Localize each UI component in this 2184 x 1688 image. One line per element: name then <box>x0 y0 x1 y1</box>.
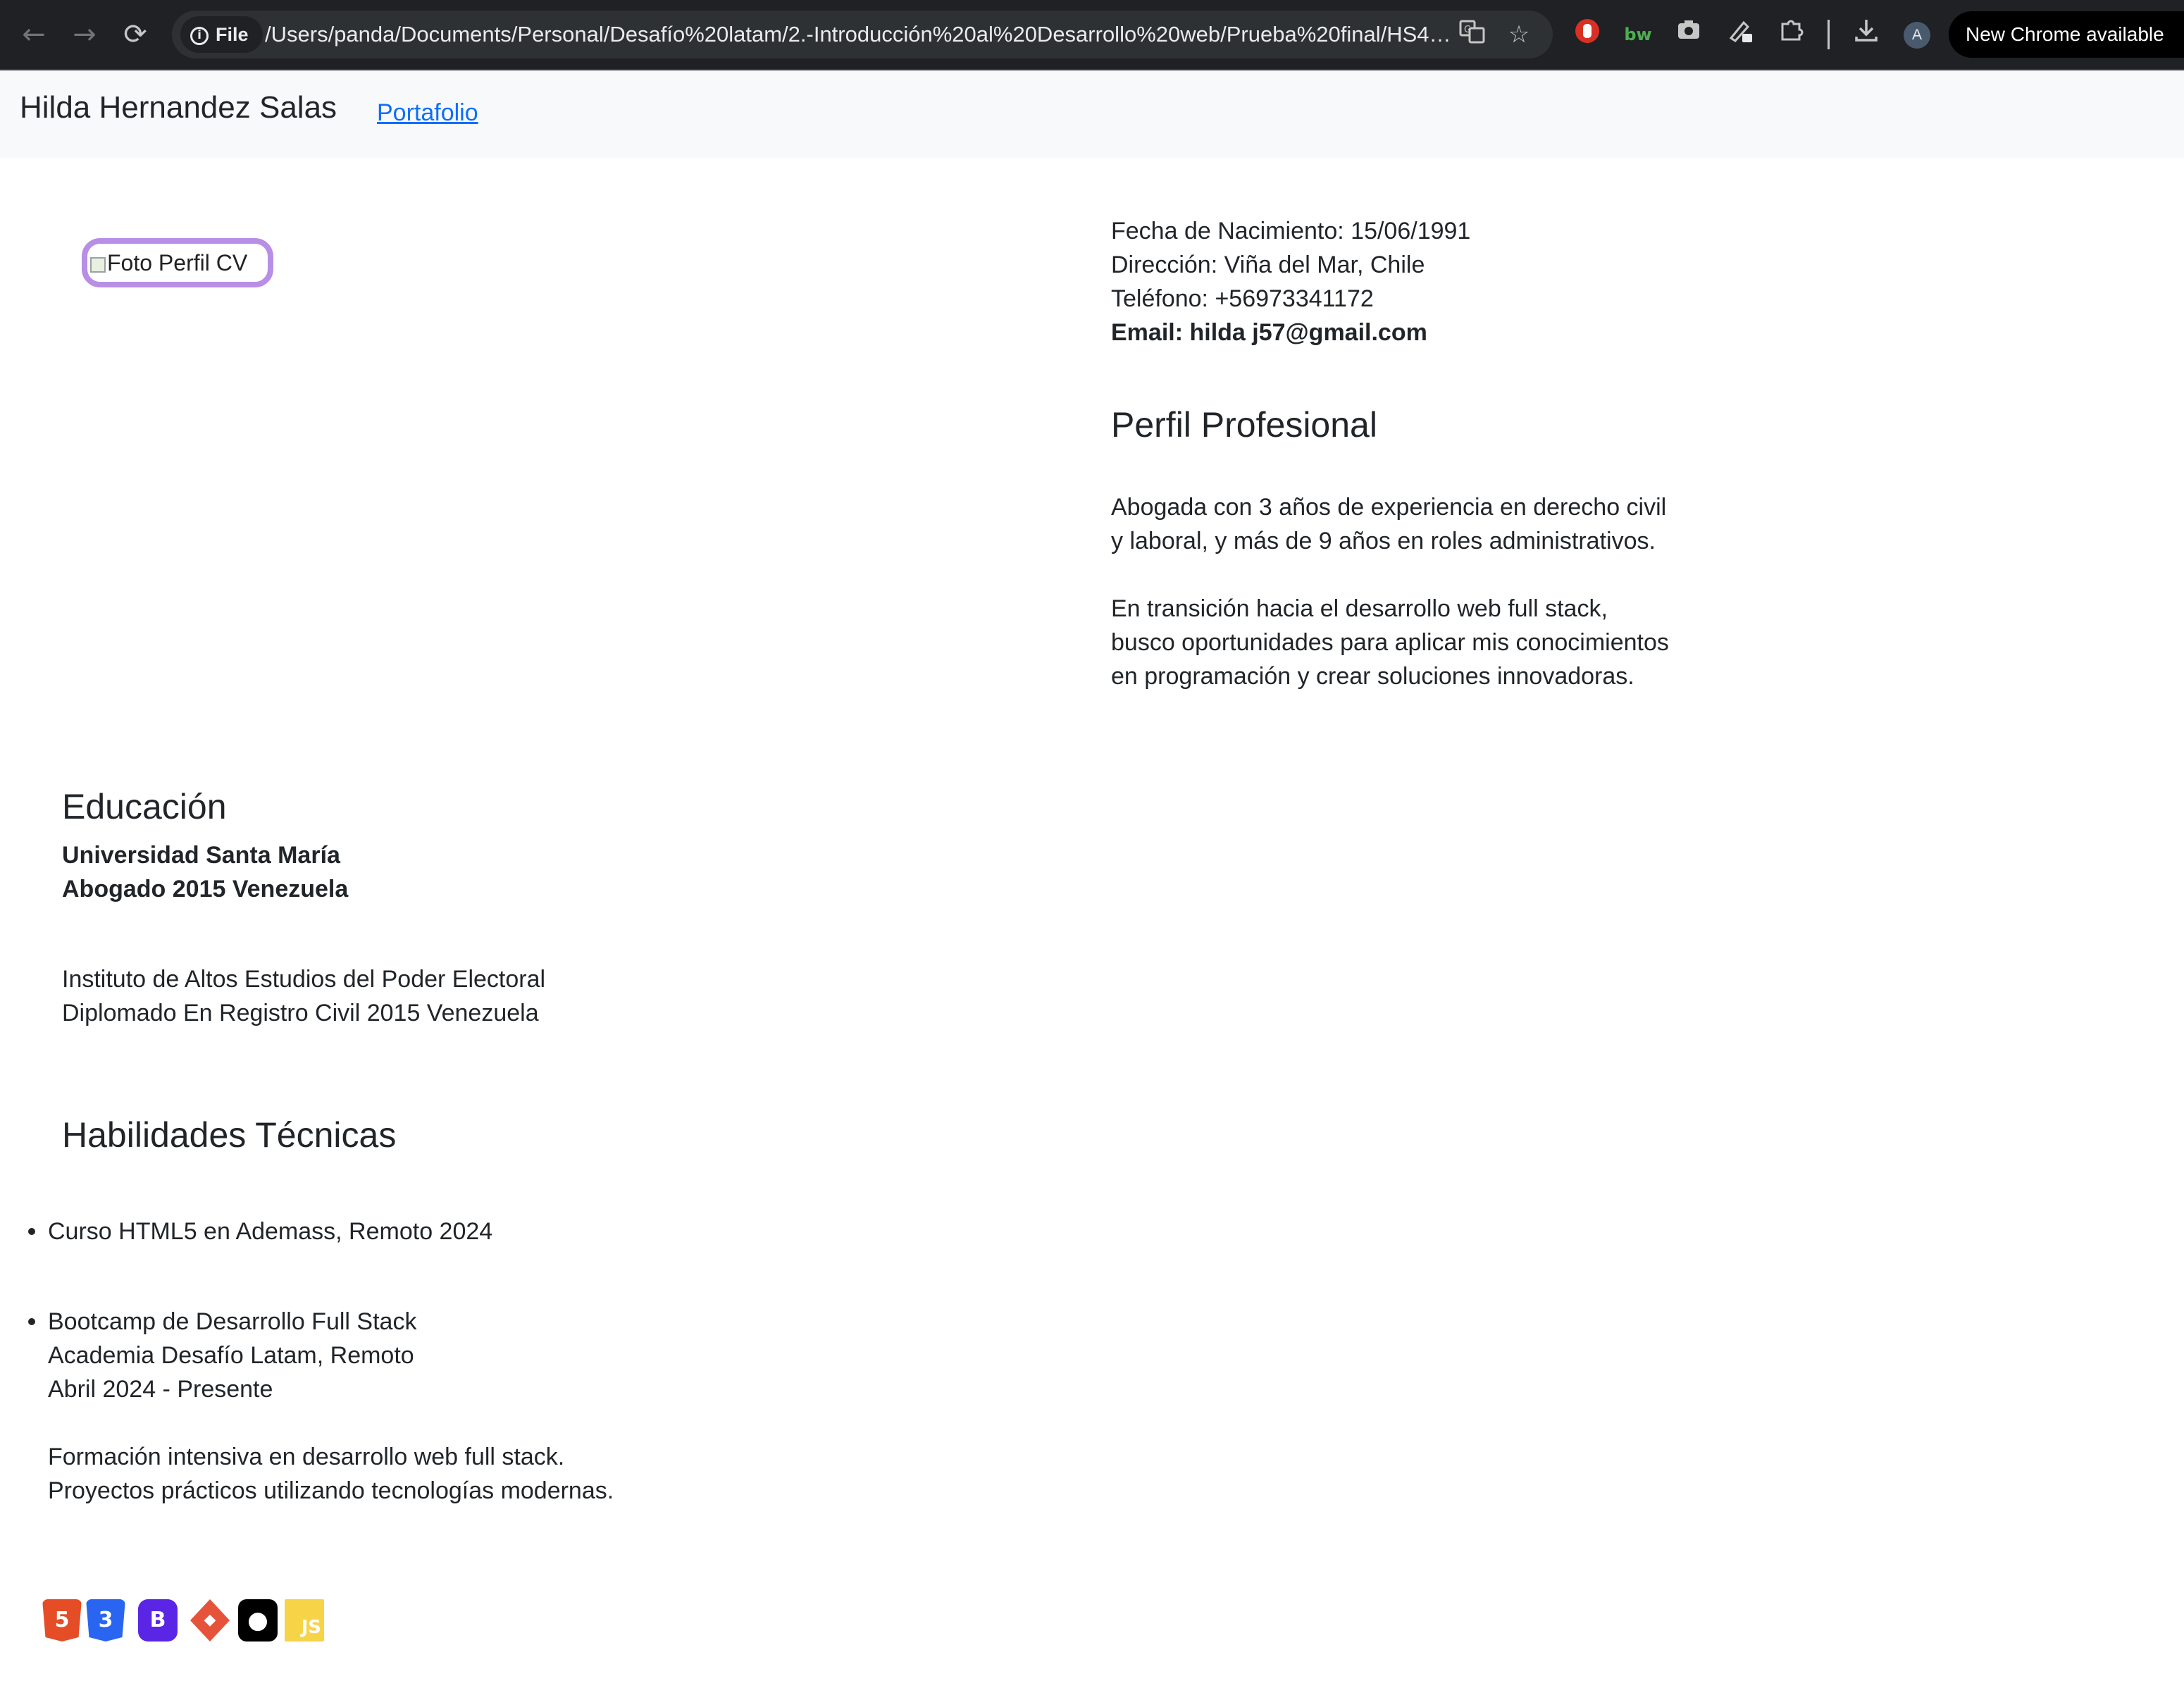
extension-edit-icon[interactable] <box>1723 17 1758 52</box>
list-bullet <box>28 1318 35 1325</box>
education-degree: Diplomado En Registro Civil 2015 Venezue… <box>62 1000 539 1026</box>
browser-toolbar: ← → ⟳ i File /Users/panda/Documents/Perso… <box>0 0 2184 70</box>
list-bullet <box>28 1228 35 1235</box>
profile-photo: Foto Perfil CV <box>82 238 273 287</box>
profile-avatar[interactable]: A <box>1904 22 1930 49</box>
email: Email: hilda j57@gmail.com <box>1111 319 1427 346</box>
github-icon: ● <box>238 1599 278 1642</box>
chrome-update-button[interactable]: New Chrome available <box>1949 11 2184 58</box>
site-brand-name[interactable]: Hilda Hernandez Salas <box>20 70 337 145</box>
download-icon[interactable] <box>1849 17 1884 52</box>
education-degree: Abogado 2015 Venezuela <box>62 876 349 902</box>
skill-item: Curso HTML5 en Ademass, Remoto 2024 <box>48 1218 493 1245</box>
address-bar[interactable]: i File /Users/panda/Documents/Personal/De… <box>172 11 1553 58</box>
extension-red-hand-icon[interactable] <box>1570 17 1605 52</box>
skill-item-line: Academia Desafío Latam, Remoto <box>48 1342 414 1369</box>
education-school: Instituto de Altos Estudios del Poder El… <box>62 966 546 993</box>
profile-text-line: En transición hacia el desarrollo web fu… <box>1111 595 1608 622</box>
profile-text-line: y laboral, y más de 9 años en roles admi… <box>1111 528 1656 554</box>
bootstrap-icon: B <box>138 1599 178 1642</box>
extension-bw-icon[interactable]: bw <box>1620 17 1656 52</box>
site-info-chip[interactable]: i File <box>180 16 263 53</box>
profile-text-line: Abogada con 3 años de experiencia en der… <box>1111 494 1667 521</box>
javascript-icon: JS <box>285 1599 324 1642</box>
portfolio-link[interactable]: Portafolio <box>377 70 478 155</box>
extensions-puzzle-icon[interactable] <box>1774 17 1809 52</box>
toolbar-separator <box>1828 20 1830 49</box>
css3-icon: 3 <box>86 1599 125 1642</box>
profile-photo-alt: Foto Perfil CV <box>107 250 248 275</box>
forward-icon[interactable]: → <box>63 13 106 56</box>
profile-text-line: busco oportunidades para aplicar mis con… <box>1111 629 1669 656</box>
skill-item-line: Formación intensiva en desarrollo web fu… <box>48 1444 565 1470</box>
address: Dirección: Viña del Mar, Chile <box>1111 252 1425 278</box>
skill-item-line: Abril 2024 - Presente <box>48 1376 273 1403</box>
back-icon[interactable]: ← <box>13 13 55 56</box>
svg-text:G: G <box>1464 25 1471 35</box>
reload-icon[interactable]: ⟳ <box>114 13 156 56</box>
broken-image-icon <box>90 256 106 273</box>
education-school: Universidad Santa María <box>62 842 340 869</box>
html5-icon: 5 <box>42 1599 82 1642</box>
info-icon: i <box>190 26 209 45</box>
phone: Teléfono: +56973341172 <box>1111 285 1374 312</box>
translate-icon[interactable]: G <box>1456 18 1489 51</box>
bookmark-star-icon[interactable]: ☆ <box>1502 18 1536 51</box>
skills-section-title: Habilidades Técnicas <box>62 1115 397 1155</box>
site-navbar: Hilda Hernandez Salas Portafolio <box>0 70 2184 158</box>
profile-section-title: Perfil Profesional <box>1111 405 1377 445</box>
skill-item-line: Bootcamp de Desarrollo Full Stack <box>48 1308 417 1335</box>
skill-item-line: Proyectos prácticos utilizando tecnologí… <box>48 1477 614 1504</box>
url-text[interactable]: /Users/panda/Documents/Personal/Desafío%… <box>265 11 1456 58</box>
git-icon: ◆ <box>190 1599 230 1642</box>
education-section-title: Educación <box>62 787 227 826</box>
camera-icon[interactable] <box>1671 17 1706 52</box>
profile-text-line: en programación y crear soluciones innov… <box>1111 663 1634 690</box>
birth-date: Fecha de Nacimiento: 15/06/1991 <box>1111 218 1471 244</box>
file-label: File <box>216 24 249 45</box>
